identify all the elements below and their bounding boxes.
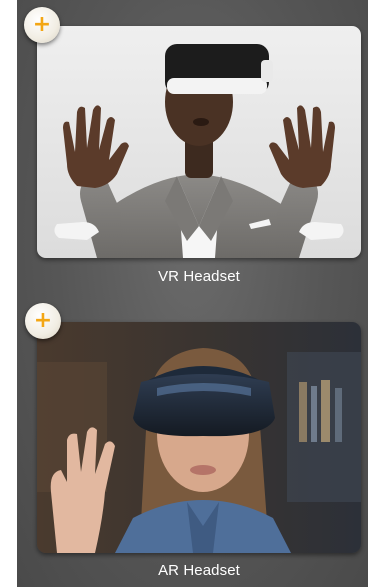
add-vr-headset-button[interactable]: +: [24, 7, 60, 43]
ar-headset-card[interactable]: [37, 322, 361, 553]
ar-headset-label: AR Headset: [158, 562, 240, 579]
plus-icon: +: [33, 307, 53, 333]
plus-icon: +: [32, 11, 52, 37]
add-ar-headset-button[interactable]: +: [25, 303, 61, 339]
product-gallery-panel: + VR Headset + AR Headset: [17, 0, 368, 587]
ar-headset-image: [37, 322, 361, 553]
vr-headset-card[interactable]: [37, 26, 361, 258]
vr-headset-image: [37, 26, 361, 258]
vr-headset-label: VR Headset: [158, 268, 240, 285]
